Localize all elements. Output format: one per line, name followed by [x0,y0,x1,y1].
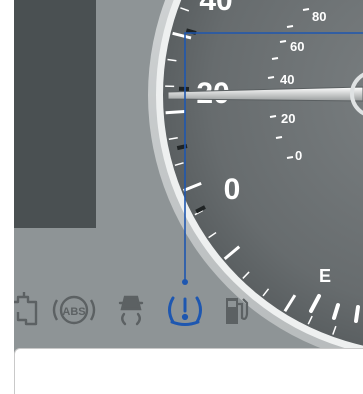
inner-scale-tick [286,156,294,159]
inner-scale-tick [286,25,294,28]
inner-scale-tick [275,136,283,139]
inner-scale-tick [269,115,277,118]
inner-scale-label-0: 0 [295,148,302,163]
instrument-cluster-illustration: 40 20 0 80 60 40 20 0 E [0,0,363,394]
speed-label-0: 0 [224,173,241,206]
instrument-cluster: 40 20 0 80 60 40 20 0 E [0,0,363,360]
speedometer-tick [165,109,185,115]
callout-dot [182,279,188,285]
inner-scale-tick [279,40,287,43]
inner-scale-label-40: 40 [280,72,294,87]
inner-scale-tick [267,76,275,79]
inner-scale-tick [271,57,279,60]
speed-label-40: 40 [199,0,232,17]
side-display-panel [14,0,96,228]
inner-scale-label-80: 80 [312,9,326,24]
abs-label: ABS [62,306,85,318]
inner-scale-tick [302,8,310,11]
caption-panel [14,348,363,394]
fuel-empty-label: E [319,266,331,286]
inner-scale-label-60: 60 [290,39,304,54]
inner-scale-label-20: 20 [281,111,295,126]
